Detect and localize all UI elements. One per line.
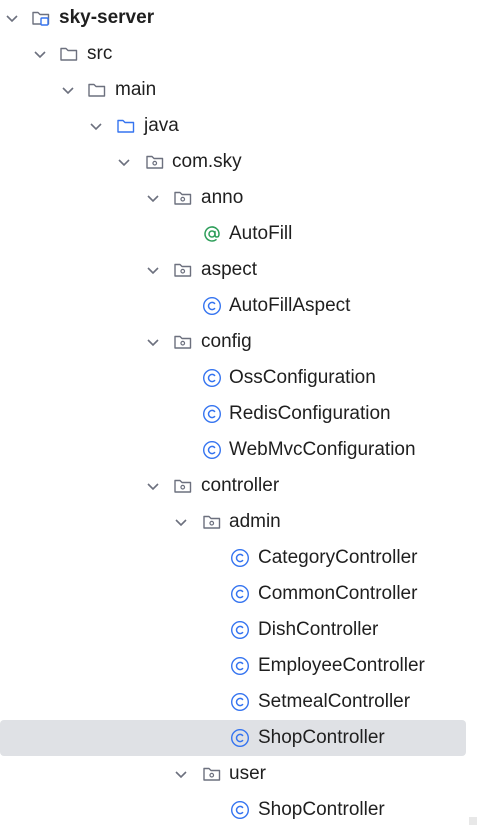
tree-row-sky-server[interactable]: sky-server	[0, 0, 466, 36]
chevron-down-icon[interactable]	[173, 766, 189, 782]
chevron-down-icon[interactable]	[4, 10, 20, 26]
tree-item-label: WebMvcConfiguration	[229, 439, 416, 460]
tree-item-label: ShopController	[258, 727, 385, 748]
class-icon	[230, 548, 250, 568]
chevron-down-icon[interactable]	[60, 82, 76, 98]
tree-item-label: com.sky	[172, 151, 242, 172]
package-icon	[203, 515, 221, 529]
class-icon	[230, 620, 250, 640]
tree-item-label: OssConfiguration	[229, 367, 376, 388]
class-icon	[202, 296, 222, 316]
chevron-down-icon[interactable]	[116, 154, 132, 170]
tree-row-autofill[interactable]: AutoFill	[0, 216, 466, 252]
chevron-down-icon[interactable]	[88, 118, 104, 134]
tree-row-admin[interactable]: admin	[0, 504, 466, 540]
tree-item-label: RedisConfiguration	[229, 403, 391, 424]
chevron-down-icon[interactable]	[145, 334, 161, 350]
class-icon	[230, 800, 250, 820]
package-icon	[146, 155, 164, 169]
tree-row-ossconfiguration[interactable]: OssConfiguration	[0, 360, 466, 396]
source-root-folder-icon	[117, 119, 135, 133]
tree-row-redisconfiguration[interactable]: RedisConfiguration	[0, 396, 466, 432]
tree-item-label: CategoryController	[258, 547, 418, 568]
package-icon	[174, 335, 192, 349]
tree-item-label: controller	[201, 475, 280, 496]
class-icon	[202, 404, 222, 424]
class-icon	[202, 368, 222, 388]
scrollbar-corner	[469, 817, 477, 825]
tree-row-autofillaspect[interactable]: AutoFillAspect	[0, 288, 466, 324]
tree-item-label: ShopController	[258, 799, 385, 820]
tree-item-label: DishController	[258, 619, 379, 640]
folder-icon	[88, 83, 106, 97]
chevron-down-icon[interactable]	[173, 514, 189, 530]
tree-row-com-sky[interactable]: com.sky	[0, 144, 466, 180]
tree-item-label: user	[229, 763, 266, 784]
tree-row-shopcontroller-selected[interactable]: ShopController	[0, 720, 466, 756]
tree-row-commoncontroller[interactable]: CommonController	[0, 576, 466, 612]
module-folder-icon	[32, 11, 50, 26]
tree-item-label: aspect	[201, 259, 257, 280]
tree-item-label: SetmealController	[258, 691, 411, 712]
tree-row-java[interactable]: java	[0, 108, 466, 144]
chevron-down-icon[interactable]	[145, 262, 161, 278]
tree-row-user[interactable]: user	[0, 756, 466, 792]
tree-row-config[interactable]: config	[0, 324, 466, 360]
folder-icon	[60, 47, 78, 61]
class-icon	[230, 584, 250, 604]
tree-row-controller[interactable]: controller	[0, 468, 466, 504]
tree-row-main[interactable]: main	[0, 72, 466, 108]
tree-item-label: src	[87, 43, 113, 64]
class-icon	[202, 440, 222, 460]
tree-row-user-shopcontroller[interactable]: ShopController	[0, 792, 466, 825]
tree-item-label: CommonController	[258, 583, 418, 604]
project-tree: sky-server src main java com.sky anno Au…	[0, 0, 477, 825]
tree-row-aspect[interactable]: aspect	[0, 252, 466, 288]
tree-item-label: EmployeeController	[258, 655, 425, 676]
tree-item-label: config	[201, 331, 252, 352]
tree-row-employeecontroller[interactable]: EmployeeController	[0, 648, 466, 684]
tree-row-setmealcontroller[interactable]: SetmealController	[0, 684, 466, 720]
tree-item-label: AutoFillAspect	[229, 295, 351, 316]
chevron-down-icon[interactable]	[145, 190, 161, 206]
tree-item-label: AutoFill	[229, 223, 293, 244]
class-icon	[230, 692, 250, 712]
package-icon	[203, 767, 221, 781]
tree-row-categorycontroller[interactable]: CategoryController	[0, 540, 466, 576]
tree-item-label: java	[144, 115, 179, 136]
tree-item-label: main	[115, 79, 157, 100]
tree-row-webmvcconfiguration[interactable]: WebMvcConfiguration	[0, 432, 466, 468]
class-icon	[230, 728, 250, 748]
tree-row-src[interactable]: src	[0, 36, 466, 72]
tree-row-anno[interactable]: anno	[0, 180, 466, 216]
package-icon	[174, 191, 192, 205]
chevron-down-icon[interactable]	[145, 478, 161, 494]
class-icon	[230, 656, 250, 676]
tree-item-label: anno	[201, 187, 244, 208]
package-icon	[174, 263, 192, 277]
package-icon	[174, 479, 192, 493]
tree-item-label: sky-server	[59, 7, 155, 28]
chevron-down-icon[interactable]	[32, 46, 48, 62]
annotation-icon	[204, 226, 220, 242]
tree-row-dishcontroller[interactable]: DishController	[0, 612, 466, 648]
tree-item-label: admin	[229, 511, 281, 532]
